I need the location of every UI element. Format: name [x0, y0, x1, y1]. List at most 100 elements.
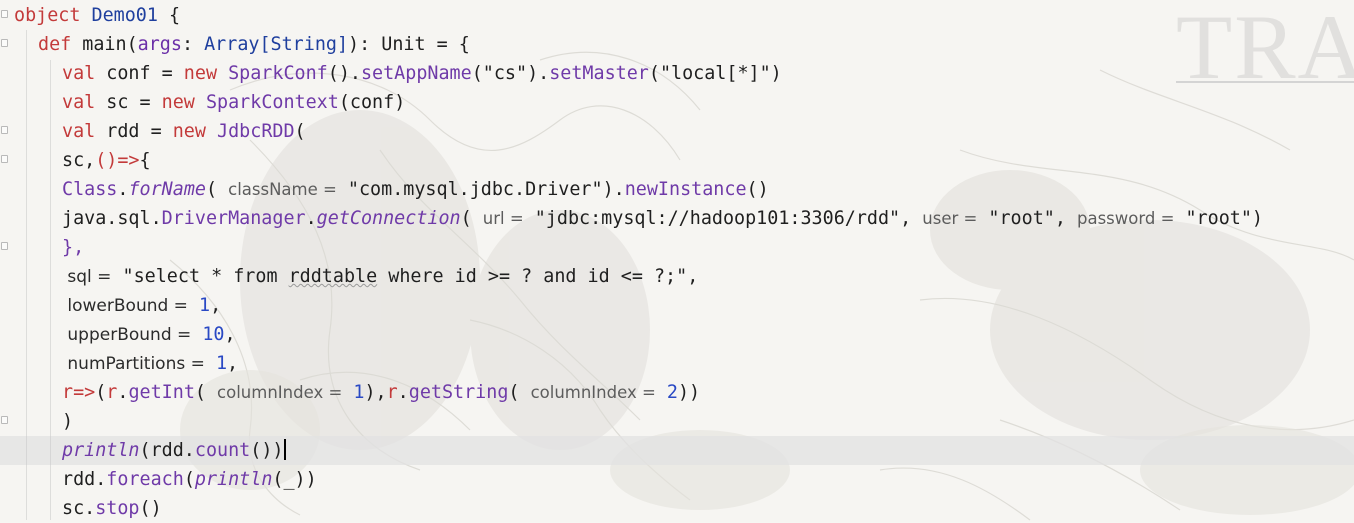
code-line[interactable]: lowerBound = 1,: [0, 291, 1354, 320]
code-token: "root",: [977, 208, 1077, 229]
code-token: 1: [199, 295, 211, 316]
code-token: .: [117, 179, 129, 200]
parameter-hint: columnIndex =: [530, 383, 656, 402]
code-line[interactable]: def main(args: Array[String]): Unit = {: [0, 30, 1354, 59]
code-token: ()=>: [95, 150, 140, 171]
code-line[interactable]: r=>(r.getInt( columnIndex = 1),r.getStri…: [0, 378, 1354, 407]
code-line[interactable]: val rdd = new JdbcRDD(: [0, 117, 1354, 146]
code-token: (: [95, 382, 107, 403]
code-token: (: [294, 121, 306, 142]
code-token: ),: [364, 382, 387, 403]
code-token: ()): [250, 440, 284, 461]
code-line[interactable]: ): [0, 407, 1354, 436]
code-token: rdd.: [62, 469, 107, 490]
code-token: def: [38, 34, 72, 55]
code-token: Array[String]: [204, 34, 349, 55]
code-editor[interactable]: object Demo01 {def main(args: Array[Stri…: [0, 0, 1354, 522]
code-line[interactable]: java.sql.DriverManager.getConnection( ur…: [0, 204, 1354, 233]
text-caret: [284, 439, 287, 460]
code-token: Class: [62, 179, 118, 200]
code-token: sc,: [62, 150, 96, 171]
code-token: SparkContext: [205, 92, 339, 113]
code-token: rddtable: [288, 266, 378, 287]
code-line[interactable]: val sc = new SparkContext(conf): [0, 88, 1354, 117]
code-token: ("local[*]"): [648, 63, 782, 84]
code-token: DriverManager: [161, 208, 306, 229]
code-token: getInt: [128, 382, 195, 403]
code-token: SparkConf: [228, 63, 328, 84]
code-token: foreach: [106, 469, 184, 490]
code-token: object: [14, 5, 81, 26]
parameter-hint: password =: [1077, 209, 1175, 228]
code-token: getString: [408, 382, 509, 403]
code-token: {: [139, 150, 151, 171]
code-token: ("cs").: [471, 63, 550, 84]
code-line[interactable]: sc,()=>{: [0, 146, 1354, 175]
code-token: val: [62, 92, 96, 113]
code-token: println: [194, 469, 273, 490]
code-token: 1: [215, 353, 228, 374]
code-line[interactable]: numPartitions = 1,: [0, 349, 1354, 378]
code-token: sql =: [62, 267, 112, 287]
code-line[interactable]: upperBound = 10,: [0, 320, 1354, 349]
code-token: conf =: [95, 63, 184, 84]
code-token: (rdd.: [139, 440, 195, 461]
code-token: rdd =: [95, 121, 173, 142]
code-token: (: [508, 382, 531, 403]
code-token: newInstance: [624, 179, 747, 200]
code-token: (): [139, 498, 162, 519]
code-token: JdbcRDD: [217, 121, 295, 142]
code-token: where id >= ? and id <= ?;",: [377, 266, 699, 287]
code-token: java.sql.: [62, 208, 162, 229]
code-line[interactable]: },: [0, 233, 1354, 262]
code-token: setAppName: [360, 63, 472, 84]
code-token: val: [62, 121, 96, 142]
code-token: (: [460, 208, 483, 229]
code-token: "select * from: [111, 266, 289, 287]
code-token: .: [397, 382, 409, 403]
code-token: println: [62, 440, 140, 461]
code-token: new: [172, 121, 206, 142]
code-token: ,: [227, 353, 239, 374]
code-token: (conf): [338, 92, 406, 113]
code-token: forName: [128, 179, 206, 200]
indent-guide: [50, 60, 51, 520]
code-token: upperBound =: [62, 325, 192, 345]
code-token: r=>: [62, 382, 96, 403]
code-token: args: [137, 34, 182, 55]
code-token: (: [205, 179, 229, 200]
code-line[interactable]: sql = "select * from rddtable where id >…: [0, 262, 1354, 291]
code-line[interactable]: val conf = new SparkConf().setAppName("c…: [0, 59, 1354, 88]
code-token: ,: [210, 295, 222, 316]
code-token: {: [157, 5, 181, 26]
code-token: getConnection: [316, 208, 461, 229]
code-token: 10: [202, 324, 225, 345]
code-line[interactable]: sc.stop(): [0, 494, 1354, 523]
code-token: r: [386, 382, 398, 403]
code-line[interactable]: rdd.foreach(println(_)): [0, 465, 1354, 494]
code-token: Demo01: [91, 5, 158, 26]
code-token: },: [62, 237, 85, 258]
code-token: lowerBound =: [62, 296, 188, 316]
code-token: ): Unit = {: [348, 34, 470, 55]
code-token: new: [183, 63, 218, 84]
code-token: "jdbc:mysql://hadoop101:3306/rdd",: [523, 208, 923, 229]
code-line[interactable]: Class.forName( className = "com.mysql.jd…: [0, 175, 1354, 204]
code-token: "com.mysql.jdbc.Driver").: [336, 179, 625, 200]
code-token: ): [62, 411, 74, 432]
code-token: r: [106, 382, 118, 403]
code-token: setMaster: [549, 63, 649, 84]
code-line[interactable]: println(rdd.count()): [0, 436, 1354, 465]
code-token: :: [181, 34, 205, 55]
code-token: new: [161, 92, 195, 113]
code-token: stop: [95, 498, 140, 519]
code-line[interactable]: object Demo01 {: [0, 1, 1354, 30]
